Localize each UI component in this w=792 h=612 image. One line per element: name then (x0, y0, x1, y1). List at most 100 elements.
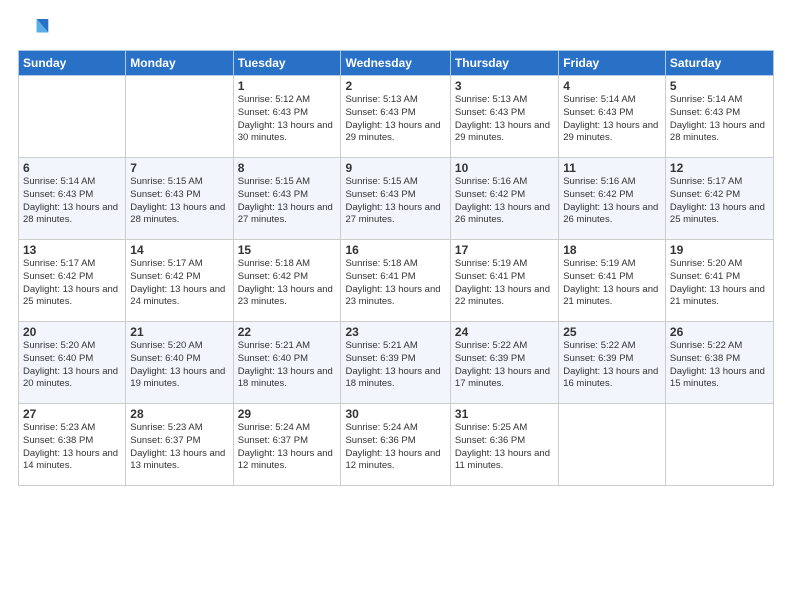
calendar-cell: 12Sunrise: 5:17 AM Sunset: 6:42 PM Dayli… (665, 158, 773, 240)
day-info: Sunrise: 5:17 AM Sunset: 6:42 PM Dayligh… (23, 258, 121, 309)
calendar-cell: 17Sunrise: 5:19 AM Sunset: 6:41 PM Dayli… (450, 240, 558, 322)
day-info: Sunrise: 5:22 AM Sunset: 6:39 PM Dayligh… (563, 340, 661, 391)
day-info: Sunrise: 5:23 AM Sunset: 6:38 PM Dayligh… (23, 422, 121, 473)
day-number: 9 (345, 161, 445, 175)
day-number: 23 (345, 325, 445, 339)
day-number: 3 (455, 79, 554, 93)
day-info: Sunrise: 5:14 AM Sunset: 6:43 PM Dayligh… (563, 94, 661, 145)
day-number: 22 (238, 325, 337, 339)
calendar-cell (126, 76, 233, 158)
calendar-week-1: 1Sunrise: 5:12 AM Sunset: 6:43 PM Daylig… (19, 76, 774, 158)
day-info: Sunrise: 5:25 AM Sunset: 6:36 PM Dayligh… (455, 422, 554, 473)
weekday-header-monday: Monday (126, 51, 233, 76)
day-info: Sunrise: 5:19 AM Sunset: 6:41 PM Dayligh… (455, 258, 554, 309)
calendar-cell: 9Sunrise: 5:15 AM Sunset: 6:43 PM Daylig… (341, 158, 450, 240)
calendar-week-4: 20Sunrise: 5:20 AM Sunset: 6:40 PM Dayli… (19, 322, 774, 404)
calendar-cell: 15Sunrise: 5:18 AM Sunset: 6:42 PM Dayli… (233, 240, 341, 322)
day-number: 28 (130, 407, 228, 421)
page-header (18, 10, 774, 46)
day-number: 13 (23, 243, 121, 257)
day-number: 14 (130, 243, 228, 257)
day-info: Sunrise: 5:18 AM Sunset: 6:42 PM Dayligh… (238, 258, 337, 309)
calendar-cell: 28Sunrise: 5:23 AM Sunset: 6:37 PM Dayli… (126, 404, 233, 486)
calendar-table: SundayMondayTuesdayWednesdayThursdayFrid… (18, 50, 774, 486)
calendar-cell: 20Sunrise: 5:20 AM Sunset: 6:40 PM Dayli… (19, 322, 126, 404)
day-number: 21 (130, 325, 228, 339)
day-info: Sunrise: 5:20 AM Sunset: 6:40 PM Dayligh… (130, 340, 228, 391)
calendar-cell (665, 404, 773, 486)
day-number: 31 (455, 407, 554, 421)
weekday-header-saturday: Saturday (665, 51, 773, 76)
calendar-cell: 5Sunrise: 5:14 AM Sunset: 6:43 PM Daylig… (665, 76, 773, 158)
day-number: 12 (670, 161, 769, 175)
day-info: Sunrise: 5:15 AM Sunset: 6:43 PM Dayligh… (345, 176, 445, 227)
logo (18, 14, 54, 46)
day-number: 20 (23, 325, 121, 339)
calendar-header-row: SundayMondayTuesdayWednesdayThursdayFrid… (19, 51, 774, 76)
day-info: Sunrise: 5:21 AM Sunset: 6:39 PM Dayligh… (345, 340, 445, 391)
day-info: Sunrise: 5:24 AM Sunset: 6:37 PM Dayligh… (238, 422, 337, 473)
calendar-week-5: 27Sunrise: 5:23 AM Sunset: 6:38 PM Dayli… (19, 404, 774, 486)
day-info: Sunrise: 5:13 AM Sunset: 6:43 PM Dayligh… (345, 94, 445, 145)
calendar-week-2: 6Sunrise: 5:14 AM Sunset: 6:43 PM Daylig… (19, 158, 774, 240)
calendar-body: 1Sunrise: 5:12 AM Sunset: 6:43 PM Daylig… (19, 76, 774, 486)
calendar-cell: 22Sunrise: 5:21 AM Sunset: 6:40 PM Dayli… (233, 322, 341, 404)
day-info: Sunrise: 5:16 AM Sunset: 6:42 PM Dayligh… (563, 176, 661, 227)
calendar-cell: 7Sunrise: 5:15 AM Sunset: 6:43 PM Daylig… (126, 158, 233, 240)
day-info: Sunrise: 5:22 AM Sunset: 6:39 PM Dayligh… (455, 340, 554, 391)
weekday-header-tuesday: Tuesday (233, 51, 341, 76)
day-number: 25 (563, 325, 661, 339)
calendar-cell: 1Sunrise: 5:12 AM Sunset: 6:43 PM Daylig… (233, 76, 341, 158)
day-info: Sunrise: 5:15 AM Sunset: 6:43 PM Dayligh… (130, 176, 228, 227)
calendar-cell: 24Sunrise: 5:22 AM Sunset: 6:39 PM Dayli… (450, 322, 558, 404)
day-info: Sunrise: 5:19 AM Sunset: 6:41 PM Dayligh… (563, 258, 661, 309)
day-number: 26 (670, 325, 769, 339)
day-number: 1 (238, 79, 337, 93)
day-info: Sunrise: 5:12 AM Sunset: 6:43 PM Dayligh… (238, 94, 337, 145)
calendar-week-3: 13Sunrise: 5:17 AM Sunset: 6:42 PM Dayli… (19, 240, 774, 322)
day-info: Sunrise: 5:17 AM Sunset: 6:42 PM Dayligh… (670, 176, 769, 227)
calendar-cell: 13Sunrise: 5:17 AM Sunset: 6:42 PM Dayli… (19, 240, 126, 322)
calendar-cell: 30Sunrise: 5:24 AM Sunset: 6:36 PM Dayli… (341, 404, 450, 486)
weekday-header-wednesday: Wednesday (341, 51, 450, 76)
day-info: Sunrise: 5:20 AM Sunset: 6:41 PM Dayligh… (670, 258, 769, 309)
day-info: Sunrise: 5:23 AM Sunset: 6:37 PM Dayligh… (130, 422, 228, 473)
calendar-cell: 4Sunrise: 5:14 AM Sunset: 6:43 PM Daylig… (559, 76, 666, 158)
calendar-cell: 2Sunrise: 5:13 AM Sunset: 6:43 PM Daylig… (341, 76, 450, 158)
calendar-cell: 29Sunrise: 5:24 AM Sunset: 6:37 PM Dayli… (233, 404, 341, 486)
calendar-cell: 6Sunrise: 5:14 AM Sunset: 6:43 PM Daylig… (19, 158, 126, 240)
day-number: 18 (563, 243, 661, 257)
calendar-cell: 31Sunrise: 5:25 AM Sunset: 6:36 PM Dayli… (450, 404, 558, 486)
day-info: Sunrise: 5:20 AM Sunset: 6:40 PM Dayligh… (23, 340, 121, 391)
day-info: Sunrise: 5:24 AM Sunset: 6:36 PM Dayligh… (345, 422, 445, 473)
weekday-header-sunday: Sunday (19, 51, 126, 76)
calendar-cell (559, 404, 666, 486)
day-number: 29 (238, 407, 337, 421)
day-info: Sunrise: 5:15 AM Sunset: 6:43 PM Dayligh… (238, 176, 337, 227)
day-number: 17 (455, 243, 554, 257)
day-number: 4 (563, 79, 661, 93)
weekday-header-friday: Friday (559, 51, 666, 76)
calendar-cell (19, 76, 126, 158)
day-number: 5 (670, 79, 769, 93)
calendar-cell: 25Sunrise: 5:22 AM Sunset: 6:39 PM Dayli… (559, 322, 666, 404)
calendar-cell: 23Sunrise: 5:21 AM Sunset: 6:39 PM Dayli… (341, 322, 450, 404)
calendar-cell: 16Sunrise: 5:18 AM Sunset: 6:41 PM Dayli… (341, 240, 450, 322)
day-info: Sunrise: 5:18 AM Sunset: 6:41 PM Dayligh… (345, 258, 445, 309)
day-info: Sunrise: 5:22 AM Sunset: 6:38 PM Dayligh… (670, 340, 769, 391)
calendar-cell: 3Sunrise: 5:13 AM Sunset: 6:43 PM Daylig… (450, 76, 558, 158)
calendar-cell: 27Sunrise: 5:23 AM Sunset: 6:38 PM Dayli… (19, 404, 126, 486)
calendar-cell: 18Sunrise: 5:19 AM Sunset: 6:41 PM Dayli… (559, 240, 666, 322)
day-info: Sunrise: 5:14 AM Sunset: 6:43 PM Dayligh… (670, 94, 769, 145)
calendar-cell: 21Sunrise: 5:20 AM Sunset: 6:40 PM Dayli… (126, 322, 233, 404)
calendar-cell: 8Sunrise: 5:15 AM Sunset: 6:43 PM Daylig… (233, 158, 341, 240)
calendar-cell: 14Sunrise: 5:17 AM Sunset: 6:42 PM Dayli… (126, 240, 233, 322)
day-number: 10 (455, 161, 554, 175)
day-number: 30 (345, 407, 445, 421)
day-number: 15 (238, 243, 337, 257)
day-info: Sunrise: 5:16 AM Sunset: 6:42 PM Dayligh… (455, 176, 554, 227)
day-number: 16 (345, 243, 445, 257)
calendar-cell: 11Sunrise: 5:16 AM Sunset: 6:42 PM Dayli… (559, 158, 666, 240)
day-number: 2 (345, 79, 445, 93)
day-info: Sunrise: 5:13 AM Sunset: 6:43 PM Dayligh… (455, 94, 554, 145)
